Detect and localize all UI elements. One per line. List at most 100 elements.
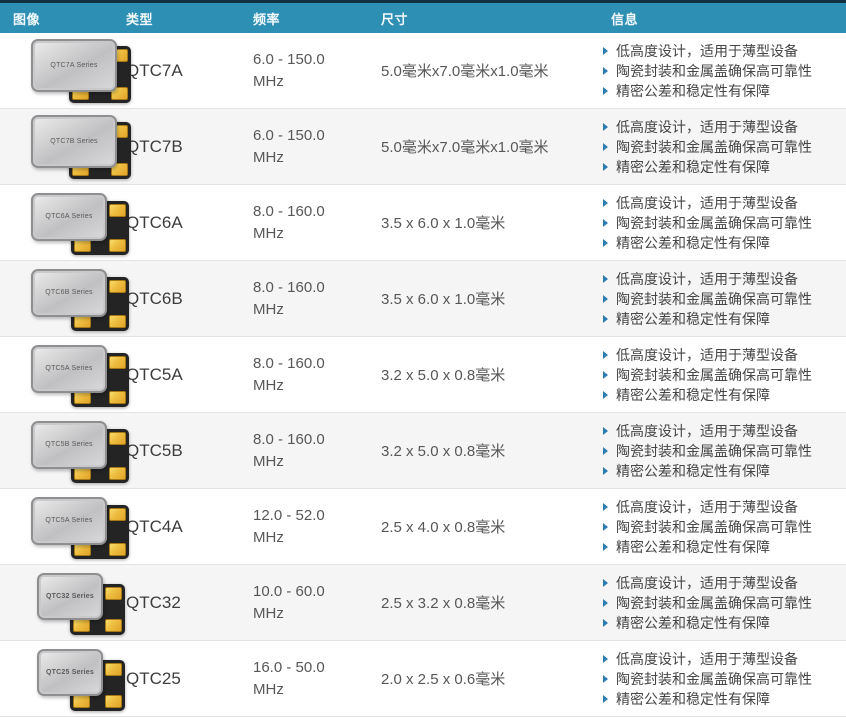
table-row[interactable]: QTC32 Series QTC32 10.0 - 60.0 MHz 2.5 x…	[0, 565, 846, 641]
feature-list: 低高度设计，适用于薄型设备 陶瓷封装和金属盖确保高可靠性 精密公差和稳定性有保障	[603, 269, 838, 329]
cell-size: 3.5 x 6.0 x 1.0毫米	[368, 288, 598, 309]
cell-image: QTC5A Series	[0, 490, 113, 564]
feature-list: 低高度设计，适用于薄型设备 陶瓷封装和金属盖确保高可靠性 精密公差和稳定性有保障	[603, 117, 838, 177]
column-header-image: 图像	[0, 9, 113, 28]
cell-image: QTC6A Series	[0, 186, 113, 260]
feature-list: 低高度设计，适用于薄型设备 陶瓷封装和金属盖确保高可靠性 精密公差和稳定性有保障	[603, 573, 838, 633]
bullet-arrow-icon	[603, 371, 608, 379]
feature-item: 陶瓷封装和金属盖确保高可靠性	[603, 213, 838, 233]
feature-text: 低高度设计，适用于薄型设备	[616, 117, 798, 137]
feature-list: 低高度设计，适用于薄型设备 陶瓷封装和金属盖确保高可靠性 精密公差和稳定性有保障	[603, 421, 838, 481]
bullet-arrow-icon	[603, 599, 608, 607]
cell-frequency: 6.0 - 150.0 MHz	[240, 125, 368, 169]
size-value: 2.5 x 3.2 x 0.8毫米	[381, 595, 505, 612]
chip-lid: QTC5A Series	[31, 497, 107, 545]
frequency-value: 6.0 - 150.0 MHz	[253, 51, 325, 90]
feature-item: 低高度设计，适用于薄型设备	[603, 269, 838, 289]
size-value: 5.0毫米x7.0毫米x1.0毫米	[381, 63, 549, 80]
feature-item: 精密公差和稳定性有保障	[603, 537, 838, 557]
frequency-value: 8.0 - 160.0 MHz	[253, 355, 325, 394]
frequency-value: 12.0 - 52.0 MHz	[253, 507, 325, 546]
chip-pad-icon	[109, 356, 126, 369]
chip-lid: QTC32 Series	[37, 573, 103, 620]
chip-pad-icon	[109, 315, 126, 328]
chip-pad-icon	[105, 695, 122, 708]
feature-item: 陶瓷封装和金属盖确保高可靠性	[603, 593, 838, 613]
feature-text: 精密公差和稳定性有保障	[616, 461, 770, 481]
cell-size: 2.0 x 2.5 x 0.6毫米	[368, 668, 598, 689]
bullet-arrow-icon	[603, 467, 608, 475]
bullet-arrow-icon	[603, 219, 608, 227]
feature-item: 精密公差和稳定性有保障	[603, 157, 838, 177]
chip-pad-icon	[73, 619, 90, 632]
table-row[interactable]: QTC5A Series QTC5A 8.0 - 160.0 MHz 3.2 x…	[0, 337, 846, 413]
chip-lid: QTC6B Series	[31, 269, 107, 317]
table-row[interactable]: QTC7A Series QTC7A 6.0 - 150.0 MHz 5.0毫米…	[0, 33, 846, 109]
frequency-value: 16.0 - 50.0 MHz	[253, 659, 325, 698]
product-image: QTC7B Series	[31, 114, 133, 180]
chip-lid: QTC5B Series	[31, 421, 107, 469]
bullet-arrow-icon	[603, 447, 608, 455]
product-table: 图像 类型 频率 尺寸 信息 QTC7A Series QTC7A	[0, 0, 846, 717]
cell-image: QTC5A Series	[0, 338, 113, 412]
table-row[interactable]: QTC6A Series QTC6A 8.0 - 160.0 MHz 3.5 x…	[0, 185, 846, 261]
cell-size: 2.5 x 3.2 x 0.8毫米	[368, 592, 598, 613]
cell-frequency: 10.0 - 60.0 MHz	[240, 581, 368, 625]
feature-text: 低高度设计，适用于薄型设备	[616, 649, 798, 669]
product-image: QTC5B Series	[31, 418, 133, 484]
bullet-arrow-icon	[603, 351, 608, 359]
bullet-arrow-icon	[603, 543, 608, 551]
feature-item: 低高度设计，适用于薄型设备	[603, 117, 838, 137]
size-value: 2.0 x 2.5 x 0.6毫米	[381, 671, 505, 688]
cell-size: 5.0毫米x7.0毫米x1.0毫米	[368, 60, 598, 81]
bullet-arrow-icon	[603, 123, 608, 131]
chip-series-label: QTC25 Series	[46, 669, 94, 676]
feature-text: 低高度设计，适用于薄型设备	[616, 269, 798, 289]
cell-size: 3.5 x 6.0 x 1.0毫米	[368, 212, 598, 233]
table-row[interactable]: QTC5B Series QTC5B 8.0 - 160.0 MHz 3.2 x…	[0, 413, 846, 489]
feature-item: 低高度设计，适用于薄型设备	[603, 497, 838, 517]
size-value: 3.5 x 6.0 x 1.0毫米	[381, 215, 505, 232]
size-value: 3.2 x 5.0 x 0.8毫米	[381, 367, 505, 384]
table-row[interactable]: QTC25 Series QTC25 16.0 - 50.0 MHz 2.0 x…	[0, 641, 846, 717]
bullet-arrow-icon	[603, 503, 608, 511]
feature-item: 陶瓷封装和金属盖确保高可靠性	[603, 365, 838, 385]
table-row[interactable]: QTC7B Series QTC7B 6.0 - 150.0 MHz 5.0毫米…	[0, 109, 846, 185]
cell-info: 低高度设计，适用于薄型设备 陶瓷封装和金属盖确保高可靠性 精密公差和稳定性有保障	[598, 649, 846, 709]
cell-info: 低高度设计，适用于薄型设备 陶瓷封装和金属盖确保高可靠性 精密公差和稳定性有保障	[598, 345, 846, 405]
feature-item: 精密公差和稳定性有保障	[603, 309, 838, 329]
table-row[interactable]: QTC5A Series QTC4A 12.0 - 52.0 MHz 2.5 x…	[0, 489, 846, 565]
cell-info: 低高度设计，适用于薄型设备 陶瓷封装和金属盖确保高可靠性 精密公差和稳定性有保障	[598, 41, 846, 101]
bullet-arrow-icon	[603, 695, 608, 703]
frequency-value: 6.0 - 150.0 MHz	[253, 127, 325, 166]
cell-frequency: 8.0 - 160.0 MHz	[240, 201, 368, 245]
feature-item: 陶瓷封装和金属盖确保高可靠性	[603, 669, 838, 689]
feature-text: 陶瓷封装和金属盖确保高可靠性	[616, 365, 812, 385]
bullet-arrow-icon	[603, 295, 608, 303]
feature-item: 精密公差和稳定性有保障	[603, 461, 838, 481]
chip-series-label: QTC5A Series	[45, 517, 92, 524]
chip-series-label: QTC7B Series	[50, 138, 98, 145]
column-header-type: 类型	[113, 9, 240, 28]
feature-text: 精密公差和稳定性有保障	[616, 157, 770, 177]
chip-lid: QTC7A Series	[31, 39, 117, 92]
feature-list: 低高度设计，适用于薄型设备 陶瓷封装和金属盖确保高可靠性 精密公差和稳定性有保障	[603, 193, 838, 253]
feature-item: 低高度设计，适用于薄型设备	[603, 193, 838, 213]
column-header-size: 尺寸	[368, 9, 598, 28]
bullet-arrow-icon	[603, 143, 608, 151]
chip-lid: QTC6A Series	[31, 193, 107, 241]
product-type-label: QTC7A	[126, 61, 183, 80]
feature-list: 低高度设计，适用于薄型设备 陶瓷封装和金属盖确保高可靠性 精密公差和稳定性有保障	[603, 497, 838, 557]
cell-frequency: 12.0 - 52.0 MHz	[240, 505, 368, 549]
table-row[interactable]: QTC6B Series QTC6B 8.0 - 160.0 MHz 3.5 x…	[0, 261, 846, 337]
bullet-arrow-icon	[603, 239, 608, 247]
chip-pad-icon	[109, 280, 126, 293]
product-type-label: QTC7B	[126, 137, 183, 156]
cell-frequency: 6.0 - 150.0 MHz	[240, 49, 368, 93]
cell-image: QTC6B Series	[0, 262, 113, 336]
chip-pad-icon	[109, 239, 126, 252]
feature-text: 低高度设计，适用于薄型设备	[616, 497, 798, 517]
feature-item: 精密公差和稳定性有保障	[603, 385, 838, 405]
product-type-label: QTC5A	[126, 365, 183, 384]
feature-item: 陶瓷封装和金属盖确保高可靠性	[603, 517, 838, 537]
